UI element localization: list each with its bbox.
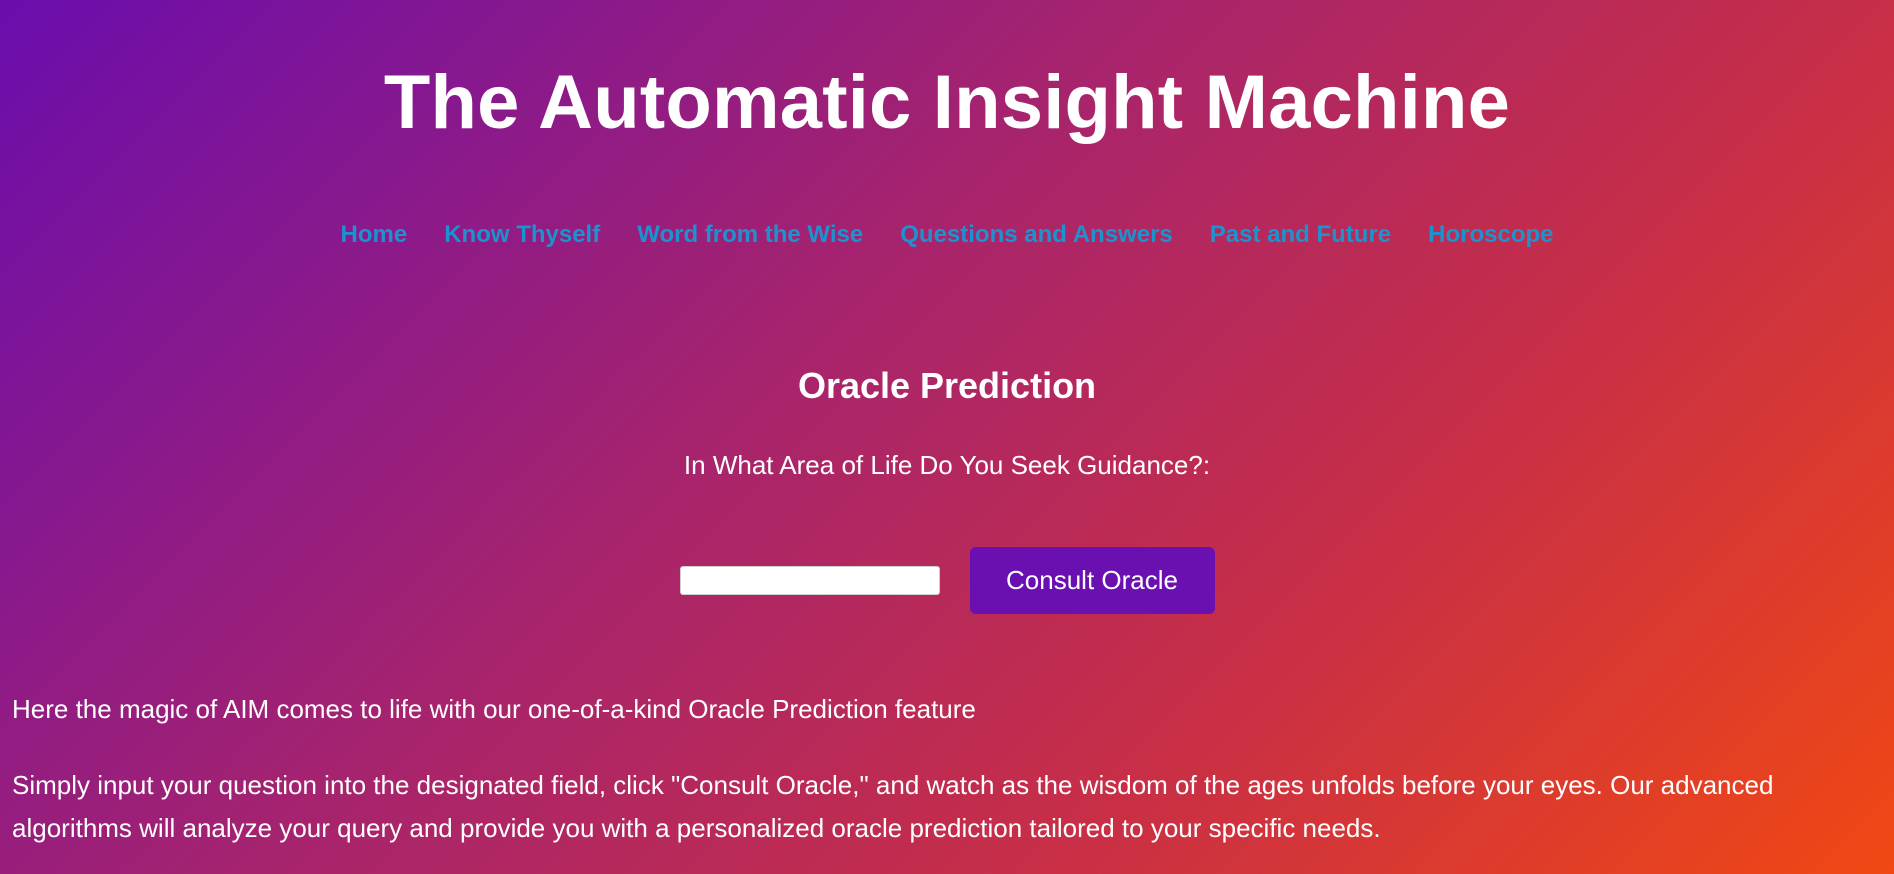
page-title: The Automatic Insight Machine	[383, 60, 1511, 145]
oracle-form: Consult Oracle	[0, 547, 1894, 614]
nav-link-past-and-future[interactable]: Past and Future	[1210, 220, 1391, 250]
nav-link-horoscope[interactable]: Horoscope	[1428, 220, 1553, 250]
intro-paragraph: Here the magic of AIM comes to life with…	[12, 694, 976, 724]
consult-oracle-button[interactable]: Consult Oracle	[969, 547, 1215, 614]
guidance-prompt-label: In What Area of Life Do You Seek Guidanc…	[683, 450, 1211, 480]
nav-link-home[interactable]: Home	[341, 220, 408, 250]
instructions-paragraph: Simply input your question into the desi…	[12, 770, 1774, 843]
main-nav: Home Know Thyself Word from the Wise Que…	[0, 220, 1894, 250]
oracle-section-title: Oracle Prediction	[797, 365, 1097, 406]
nav-link-questions-and-answers[interactable]: Questions and Answers	[900, 220, 1173, 250]
guidance-input[interactable]	[679, 566, 940, 595]
nav-link-word-from-the-wise[interactable]: Word from the Wise	[637, 220, 863, 250]
nav-link-know-thyself[interactable]: Know Thyself	[444, 220, 600, 250]
